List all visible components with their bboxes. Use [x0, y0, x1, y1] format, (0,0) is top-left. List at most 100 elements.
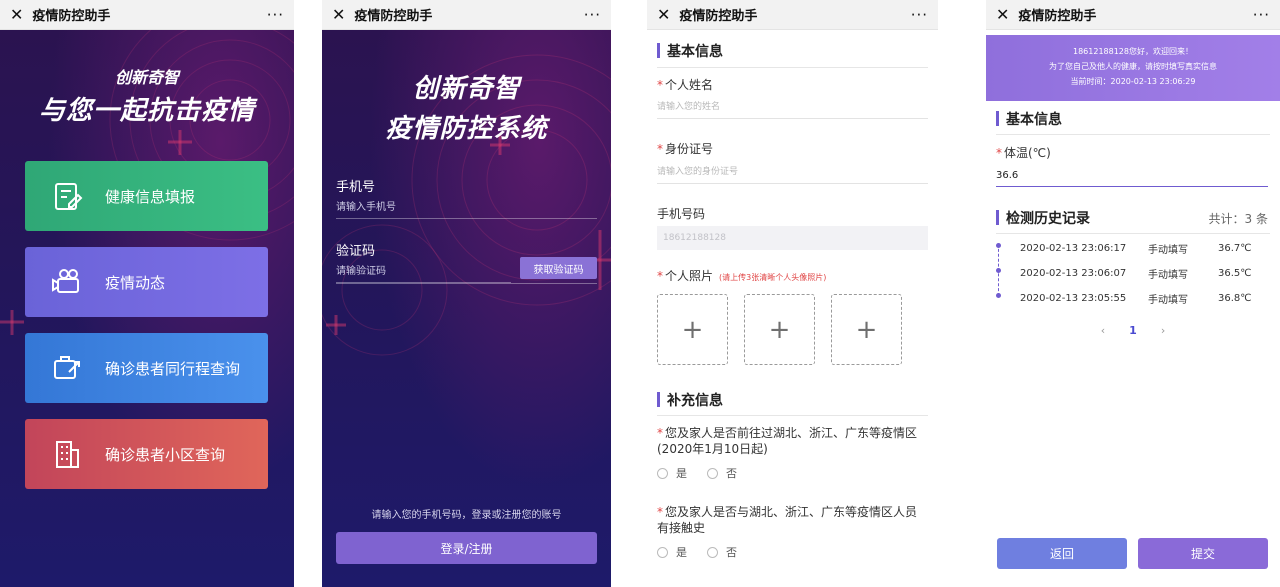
photo-note: (请上传3张清晰个人头像照片)	[719, 273, 827, 282]
basic-info-title: 基本信息	[996, 109, 1062, 129]
home-screen: ✕ 疫情防控助手 ··· 创新奇智 与您一起抗击疫情 健康信息填报 疫情动态 确…	[0, 0, 294, 587]
more-menu-icon[interactable]: ···	[584, 6, 601, 24]
title-bar: ✕ 疫情防控助手 ···	[647, 0, 938, 30]
dark-background: 创新奇智 与您一起抗击疫情 健康信息填报 疫情动态 确诊患者同行程查询 确诊患者…	[0, 30, 294, 587]
upload-photo-2[interactable]: +	[744, 294, 815, 365]
upload-photo-3[interactable]: +	[831, 294, 902, 365]
id-label: * 身份证号	[657, 142, 714, 156]
health-form-icon	[49, 178, 85, 214]
login-hint: 请输入您的手机号码，登录或注册您的账号	[371, 510, 562, 521]
login-title-line1: 创新奇智	[412, 74, 521, 104]
phone-label: 手机号码	[657, 207, 706, 221]
banner-greeting: 18612188128您好，欢迎回来！	[1073, 47, 1193, 56]
app-title: 疫情防控助手	[32, 9, 111, 24]
radio-icon	[657, 546, 668, 558]
health-report-card[interactable]: 健康信息填报	[25, 161, 268, 231]
history-value: 36.5℃	[1218, 267, 1252, 279]
upload-photo-1[interactable]: +	[657, 294, 728, 365]
next-page-button[interactable]: ›	[1161, 324, 1165, 337]
headline: 与您一起抗击疫情	[38, 96, 255, 126]
temperature-input[interactable]	[996, 165, 1268, 187]
form-body: 基本信息 *个人姓名 *身份证号 手机号码 *个人照片(请上传3张清晰个人头像照…	[647, 30, 938, 587]
submit-button[interactable]: 提交	[1138, 538, 1268, 569]
radio-icon	[707, 467, 718, 479]
temperature-screen: ✕ 疫情防控助手 ··· 18612188128您好，欢迎回来！ 为了您自己及他…	[986, 0, 1280, 587]
answer-travel: 是 否	[657, 465, 757, 481]
option-no[interactable]: 否	[707, 544, 737, 560]
phone-input[interactable]	[336, 197, 597, 219]
more-menu-icon[interactable]: ···	[1253, 6, 1270, 24]
banner-time: 当前时间：2020-02-13 23:06:29	[1070, 77, 1196, 86]
form-body: 18612188128您好，欢迎回来！ 为了您自己及他人的健康，请按时填写真实信…	[986, 30, 1280, 587]
history-method: 手动填写	[1148, 244, 1188, 256]
close-icon[interactable]: ✕	[657, 6, 670, 23]
community-check-card[interactable]: 确诊患者小区查询	[25, 419, 268, 489]
current-page[interactable]: 1	[1129, 324, 1137, 337]
id-input[interactable]	[657, 160, 928, 184]
card-label: 确诊患者小区查询	[105, 445, 226, 464]
name-input[interactable]	[657, 95, 928, 119]
history-row: 2020-02-13 23:05:55 手动填写 36.8℃	[1020, 290, 1268, 306]
more-menu-icon[interactable]: ···	[267, 6, 284, 24]
divider	[657, 67, 928, 68]
back-button[interactable]: 返回	[997, 538, 1127, 569]
card-label: 确诊患者同行程查询	[105, 359, 241, 378]
epidemic-news-card[interactable]: 疫情动态	[25, 247, 268, 317]
title-bar: ✕ 疫情防控助手 ···	[322, 0, 611, 30]
close-icon[interactable]: ✕	[996, 6, 1009, 23]
code-input[interactable]	[336, 261, 511, 283]
history-count: 共计：3 条	[1208, 212, 1268, 226]
divider	[996, 233, 1270, 234]
radio-icon	[707, 546, 718, 558]
history-row: 2020-02-13 23:06:07 手动填写 36.5℃	[1020, 265, 1268, 281]
temp-label: * 体温(℃)	[996, 146, 1051, 160]
extra-info-title: 补充信息	[657, 390, 723, 410]
basic-info-title: 基本信息	[657, 41, 723, 61]
history-row: 2020-02-13 23:06:17 手动填写 36.7℃	[1020, 240, 1268, 256]
timeline-dot	[996, 243, 1001, 248]
brand-subtitle: 创新奇智	[114, 68, 179, 87]
phone-label: 手机号	[336, 180, 376, 195]
pagination: ‹ 1 ›	[986, 324, 1280, 337]
timeline-dot	[996, 293, 1001, 298]
login-screen: ✕ 疫情防控助手 ··· 创新奇智 疫情防控系统 手机号 验证码 获取验证码 请…	[322, 0, 611, 587]
code-underline	[336, 283, 597, 284]
option-no[interactable]: 否	[707, 465, 737, 481]
code-label: 验证码	[336, 244, 376, 259]
history-value: 36.8℃	[1218, 292, 1252, 304]
option-yes[interactable]: 是	[657, 544, 687, 560]
radio-icon	[657, 467, 668, 479]
timeline-dot	[996, 268, 1001, 273]
close-icon[interactable]: ✕	[10, 6, 23, 23]
divider	[996, 134, 1270, 135]
travel-check-icon	[49, 350, 85, 386]
name-label: * 个人姓名	[657, 78, 714, 92]
history-method: 手动填写	[1148, 294, 1188, 306]
history-date: 2020-02-13 23:06:17	[1020, 242, 1127, 254]
dark-background: 创新奇智 疫情防控系统 手机号 验证码 获取验证码 请输入您的手机号码，登录或注…	[322, 30, 611, 587]
travel-check-card[interactable]: 确诊患者同行程查询	[25, 333, 268, 403]
health-form-screen: ✕ 疫情防控助手 ··· 基本信息 *个人姓名 *身份证号 手机号码 *个人照片…	[647, 0, 938, 587]
history-value: 36.7℃	[1218, 242, 1252, 254]
question-contact: * 您及家人是否与湖北、浙江、广东等疫情区人员有接触史	[657, 505, 918, 535]
title-bar: ✕ 疫情防控助手 ···	[0, 0, 294, 30]
app-title: 疫情防控助手	[354, 9, 433, 24]
camera-news-icon	[49, 264, 85, 300]
history-date: 2020-02-13 23:06:07	[1020, 267, 1127, 279]
building-icon	[49, 436, 85, 472]
plus-icon: +	[855, 314, 878, 345]
welcome-banner: 18612188128您好，欢迎回来！ 为了您自己及他人的健康，请按时填写真实信…	[986, 35, 1280, 101]
close-icon[interactable]: ✕	[332, 6, 345, 23]
banner-reminder: 为了您自己及他人的健康，请按时填写真实信息	[1049, 62, 1217, 71]
prev-page-button[interactable]: ‹	[1101, 324, 1105, 337]
app-title: 疫情防控助手	[1018, 9, 1097, 24]
login-button[interactable]: 登录/注册	[336, 532, 597, 564]
option-yes[interactable]: 是	[657, 465, 687, 481]
answer-contact: 是 否	[657, 544, 757, 560]
plus-icon: +	[681, 314, 704, 345]
login-title-line2: 疫情防控系统	[385, 114, 548, 144]
get-code-button[interactable]: 获取验证码	[520, 257, 597, 279]
divider	[657, 415, 928, 416]
card-label: 疫情动态	[105, 273, 166, 292]
more-menu-icon[interactable]: ···	[911, 6, 928, 24]
